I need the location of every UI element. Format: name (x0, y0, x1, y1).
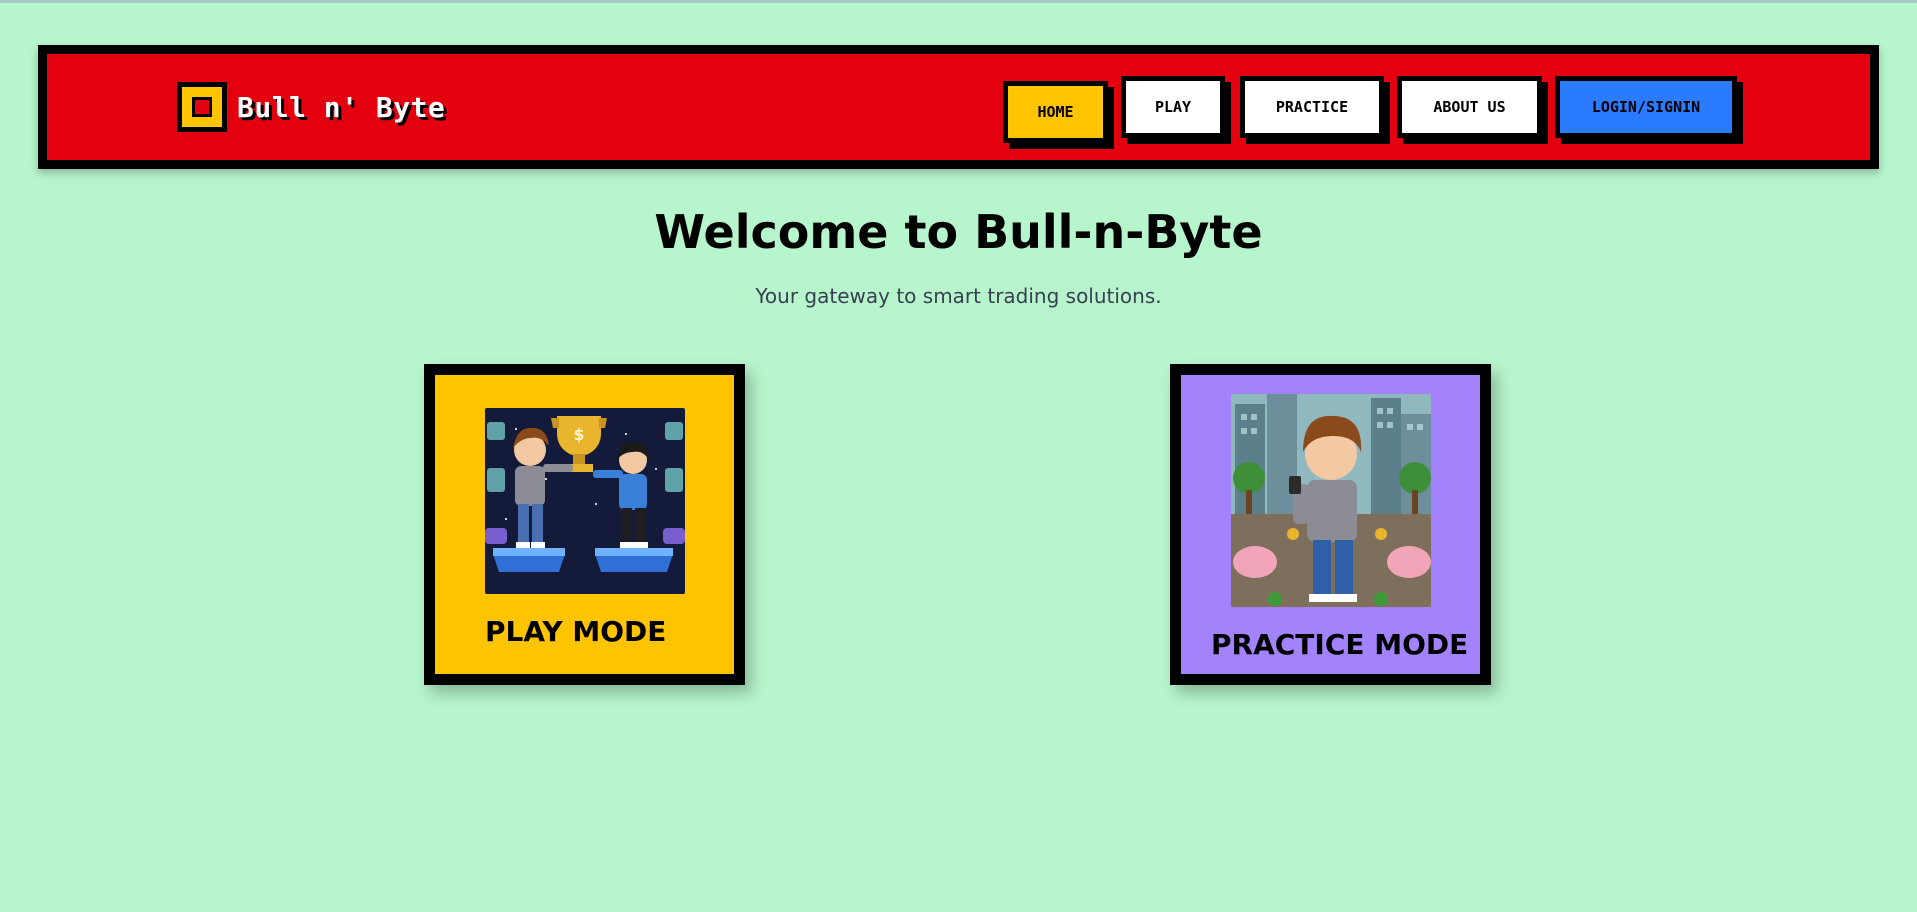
practice-mode-card[interactable]: PRACTICE MODE (1170, 364, 1491, 685)
nav-about-button[interactable]: ABOUT US (1397, 76, 1542, 138)
page-title: Welcome to Bull-n-Byte (654, 205, 1263, 259)
nav-practice-button[interactable]: PRACTICE (1240, 76, 1384, 138)
practice-mode-label: PRACTICE MODE (1211, 628, 1469, 661)
brand-logo[interactable]: Bull n' Byte (177, 82, 445, 132)
nav-play-button[interactable]: PLAY (1121, 76, 1225, 138)
browser-top-line (0, 0, 1917, 3)
nav-login-button[interactable]: LOGIN/SIGNIN (1555, 76, 1737, 138)
play-mode-label: PLAY MODE (485, 615, 667, 648)
nav-home-button[interactable]: HOME (1003, 81, 1108, 143)
practice-mode-illustration (1231, 394, 1431, 607)
page-subtitle: Your gateway to smart trading solutions. (755, 284, 1162, 308)
svg-text:$: $ (573, 425, 584, 444)
brand-square-icon (177, 82, 227, 132)
play-mode-illustration: $ (485, 408, 685, 594)
play-mode-card[interactable]: $ PLAY MODE (424, 364, 745, 685)
brand-name: Bull n' Byte (237, 90, 446, 124)
